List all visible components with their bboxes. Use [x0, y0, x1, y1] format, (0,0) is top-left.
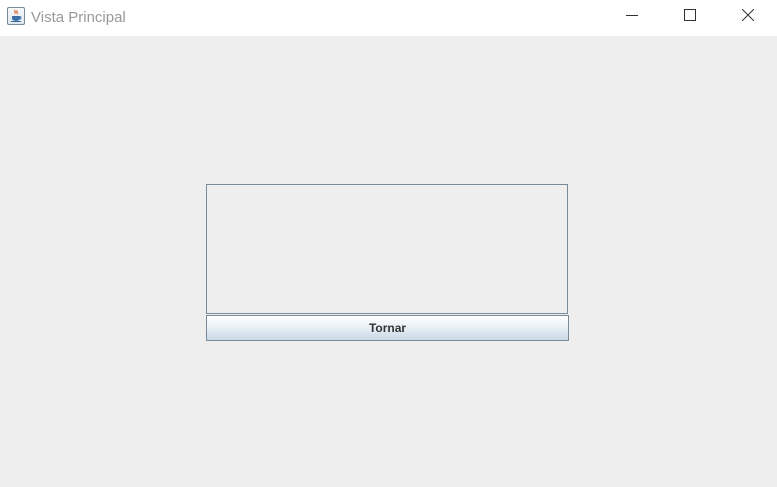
java-cup-icon: [7, 7, 25, 25]
close-icon: [741, 8, 755, 26]
window-title: Vista Principal: [31, 9, 126, 26]
close-button[interactable]: [725, 0, 771, 34]
minimize-icon: [626, 8, 638, 26]
maximize-button[interactable]: [667, 0, 713, 34]
tornar-button[interactable]: Tornar: [206, 315, 569, 341]
maximize-icon: [684, 8, 696, 26]
minimize-button[interactable]: [609, 0, 655, 34]
text-area[interactable]: [206, 184, 568, 314]
main-window: Vista Principal Tornar: [0, 0, 777, 487]
title-bar: Vista Principal: [0, 0, 777, 36]
